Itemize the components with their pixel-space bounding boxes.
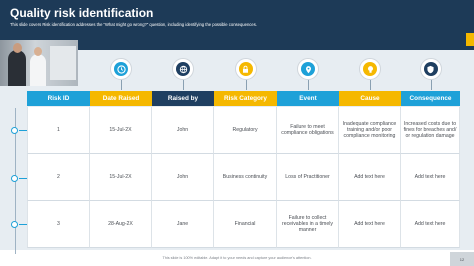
location-pin-icon: [297, 58, 319, 80]
table-cell: 1: [27, 107, 90, 154]
table-cell: Inadequate compliance training and/or po…: [339, 107, 401, 154]
column-header: Cause: [339, 91, 401, 106]
table-cell: Jane: [152, 201, 214, 248]
lock-gear-icon: [234, 58, 257, 80]
table-cell: Financial: [214, 201, 277, 248]
icon-connector: [245, 80, 247, 90]
table-cell: Add text here: [401, 154, 460, 201]
column-header: Date Raised: [90, 91, 152, 106]
table-cell: Regulatory: [214, 107, 277, 154]
clock-icon: [110, 58, 132, 80]
icon-connector: [183, 80, 184, 90]
table-cell: 2: [27, 154, 90, 201]
table-cell: Business continuity: [214, 154, 277, 201]
shield-icon: [419, 58, 442, 80]
icon-connector: [308, 80, 309, 90]
column-header: Risk ID: [27, 91, 90, 106]
table-cell: Failure to meet compliance obligations: [277, 107, 339, 154]
page-number: 12: [450, 252, 474, 266]
footer-note: This slide is 100% editable. Adapt it to…: [162, 256, 312, 260]
page-title: Quality risk identification: [10, 6, 154, 20]
table-cell: 15-Jul-2X: [90, 107, 152, 154]
page-subtitle: This slide covers Risk identification ad…: [10, 22, 257, 27]
icon-connector: [430, 80, 432, 90]
column-header: Raised by: [152, 91, 214, 106]
table-cell: 3: [27, 201, 90, 248]
timeline-dot: [11, 127, 18, 134]
table-cell: Loss of Practitioner: [277, 154, 339, 201]
timeline-connector: [19, 130, 27, 131]
icon-connector: [121, 80, 122, 90]
table-cell: John: [152, 154, 214, 201]
accent-bar: [466, 33, 474, 46]
timeline-dot: [11, 221, 18, 228]
column-header: Risk Category: [214, 91, 277, 106]
icon-connector: [370, 80, 371, 90]
gear-globe-icon: [172, 58, 194, 80]
timeline-dot: [11, 175, 18, 182]
table-cell: Increased costs due to fines for breache…: [401, 107, 460, 154]
table-cell: Failure to collect receivables in a time…: [277, 201, 339, 248]
table-cell: John: [152, 107, 214, 154]
column-header: Consequence: [401, 91, 460, 106]
timeline-connector: [19, 178, 27, 179]
table-cell: Add text here: [339, 154, 401, 201]
table-cell: Add text here: [339, 201, 401, 248]
column-header: Event: [277, 91, 339, 106]
team-photo: [0, 40, 78, 86]
lightbulb-icon: [359, 58, 381, 80]
timeline-connector: [19, 224, 27, 225]
table-cell: Add text here: [401, 201, 460, 248]
table-cell: 15-Jul-2X: [90, 154, 152, 201]
table-cell: 28-Aug-2X: [90, 201, 152, 248]
